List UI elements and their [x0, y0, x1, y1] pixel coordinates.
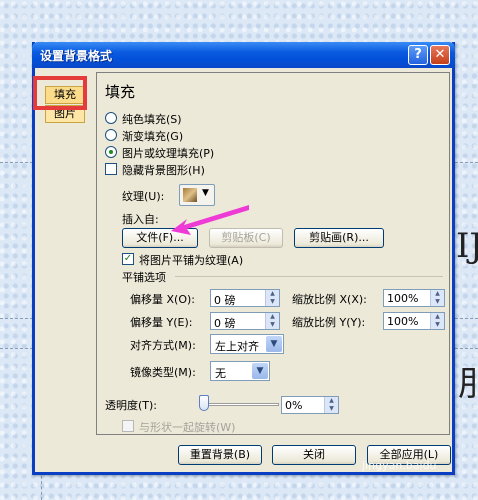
title-bar[interactable]: 设置背景格式 ? ✕ [32, 42, 455, 68]
scale-x-spinner[interactable]: 100% ▲ ▼ [383, 289, 445, 307]
transparency-slider-thumb[interactable] [199, 395, 209, 411]
transparency-label: 透明度(T): [105, 399, 158, 412]
scale-y-spinner[interactable]: 100% ▲ ▼ [383, 312, 445, 330]
category-nav: 填充 图片 [33, 72, 91, 468]
tile-checkbox[interactable]: ✓ [122, 253, 134, 265]
spinner-arrows-icon[interactable]: ▲ ▼ [265, 290, 279, 306]
hide-bg-graphics-checkbox[interactable] [105, 163, 117, 175]
alignment-select[interactable]: 左上对齐 ▼ [210, 334, 284, 354]
hide-bg-graphics-label[interactable]: 隐藏背景图形(H) [122, 162, 205, 178]
offset-y-value: 0 磅 [214, 317, 236, 330]
scale-y-label: 缩放比例 Y(Y): [292, 316, 366, 329]
texture-label: 纹理(U): [122, 190, 165, 203]
panel-heading: 填充 [105, 83, 136, 101]
rotate-with-shape-label[interactable]: 与形状一起旋转(W) [139, 419, 235, 435]
gradient-fill-radio[interactable] [105, 129, 117, 141]
offset-x-value: 0 磅 [214, 294, 236, 307]
scale-x-label: 缩放比例 X(X): [292, 293, 367, 306]
watermark-text: jingyan.baidu [362, 459, 437, 472]
mirror-type-label: 镜像类型(M): [130, 366, 196, 379]
picture-fill-label[interactable]: 图片或纹理填充(P) [122, 145, 214, 161]
close-icon[interactable]: ✕ [430, 45, 450, 65]
gradient-fill-label[interactable]: 渐变填充(G) [122, 128, 183, 144]
transparency-slider-track[interactable] [199, 403, 279, 406]
help-button[interactable]: ? [408, 45, 428, 65]
alignment-label: 对齐方式(M): [130, 339, 196, 352]
picture-fill-radio[interactable] [105, 146, 117, 158]
reset-background-button[interactable]: 重置背景(B) [178, 445, 262, 465]
clipart-button[interactable]: 剪贴画(R)... [294, 228, 384, 248]
dialog-title: 设置背景格式 [40, 49, 113, 63]
close-button[interactable]: 关闭 [272, 445, 356, 465]
rotate-with-shape-checkbox[interactable] [122, 420, 134, 432]
offset-x-spinner[interactable]: 0 磅 ▲ ▼ [210, 289, 280, 307]
offset-y-label: 偏移量 Y(E): [130, 316, 193, 329]
annotation-highlight-box [33, 76, 87, 110]
offset-x-label: 偏移量 X(O): [130, 293, 195, 306]
spinner-arrows-icon[interactable]: ▲ ▼ [265, 313, 279, 329]
format-background-dialog: 设置背景格式 ? ✕ 填充 图片 填充 纯色填充(S) 渐变填充(G) 图片或纹… [32, 42, 455, 475]
transparency-value: 0% [285, 399, 303, 412]
spinner-arrows-icon[interactable]: ▲ ▼ [324, 397, 338, 413]
annotation-arrow-icon [171, 205, 249, 235]
chevron-down-icon: ▼ [202, 188, 209, 198]
tile-options-heading: 平铺选项 [122, 271, 166, 284]
solid-fill-radio[interactable] [105, 112, 117, 124]
texture-swatch [183, 188, 197, 202]
chevron-down-icon[interactable]: ▼ [252, 363, 268, 379]
solid-fill-label[interactable]: 纯色填充(S) [122, 111, 182, 127]
mirror-type-value: 无 [215, 367, 226, 380]
scale-x-value: 100% [387, 292, 419, 305]
texture-picker[interactable]: ▼ [179, 184, 215, 206]
transparency-spinner[interactable]: 0% ▲ ▼ [281, 396, 339, 414]
fill-panel: 填充 纯色填充(S) 渐变填充(G) 图片或纹理填充(P) 隐藏背景图形(H) … [96, 72, 450, 435]
insert-from-label: 插入自: [122, 213, 159, 226]
offset-y-spinner[interactable]: 0 磅 ▲ ▼ [210, 312, 280, 330]
mirror-type-select[interactable]: 无 ▼ [210, 361, 270, 381]
tile-label[interactable]: 将图片平铺为纹理(A) [139, 252, 243, 268]
slide-text-fragment: 刖 [458, 364, 478, 404]
alignment-value: 左上对齐 [215, 340, 259, 353]
spinner-arrows-icon[interactable]: ▲ ▼ [430, 313, 444, 329]
chevron-down-icon[interactable]: ▼ [266, 336, 282, 352]
spinner-arrows-icon[interactable]: ▲ ▼ [430, 290, 444, 306]
divider [175, 276, 443, 277]
slide-text-fragment: IJ [456, 226, 478, 266]
scale-y-value: 100% [387, 315, 419, 328]
